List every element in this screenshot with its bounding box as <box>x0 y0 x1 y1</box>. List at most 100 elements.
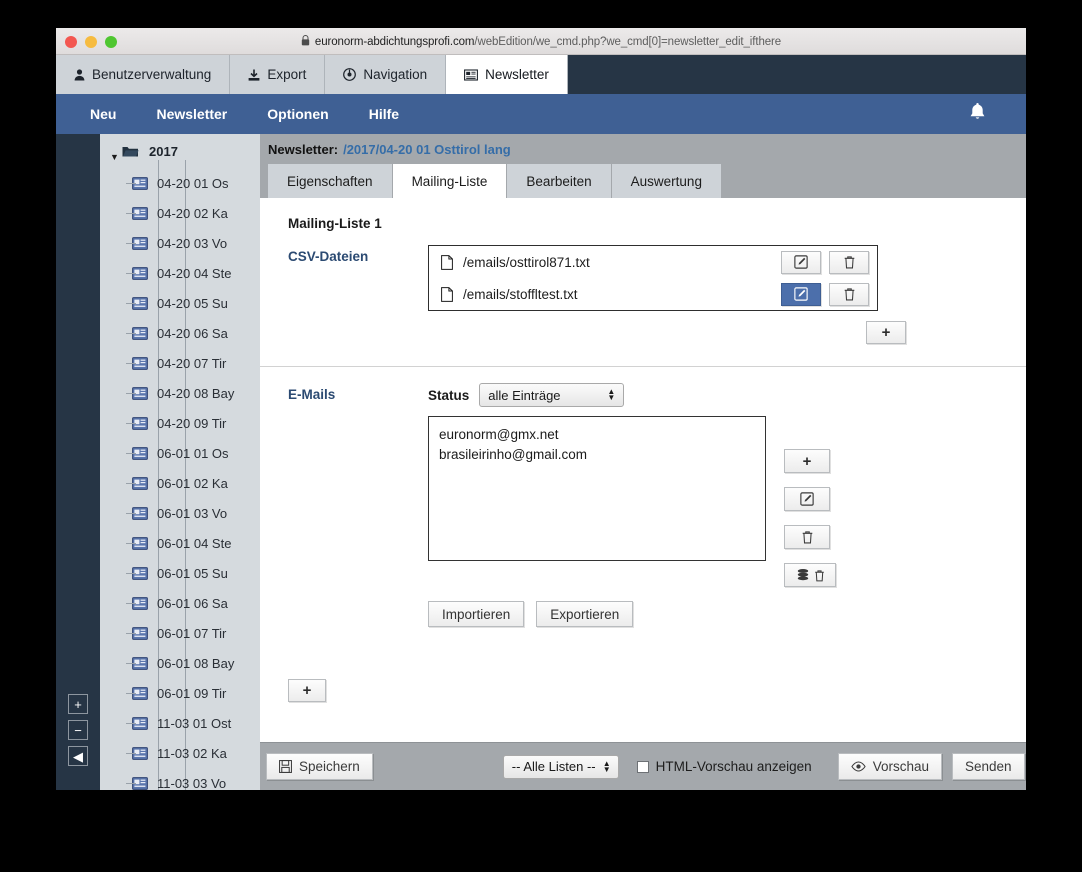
breadcrumb: Newsletter: /2017/04-20 01 Osttirol lang <box>260 134 1026 164</box>
tree-item-newsletter[interactable]: 11-03 01 Ost <box>100 708 260 738</box>
app-tab-export[interactable]: Export <box>230 55 326 94</box>
app-tab-label: Benutzerverwaltung <box>92 67 212 82</box>
menu-item-hilfe[interactable]: Hilfe <box>349 94 419 134</box>
emails-section-label: E-Mails <box>288 387 336 402</box>
preview-button[interactable]: Vorschau <box>837 753 942 780</box>
tree-item-newsletter[interactable]: 11-03 02 Ka <box>100 738 260 768</box>
tree-item-label: 06-01 09 Tir <box>157 685 227 701</box>
add-email-button[interactable]: + <box>784 449 830 473</box>
tree-item-newsletter[interactable]: 04-20 09 Tir <box>100 408 260 438</box>
tree-item-newsletter[interactable]: 04-20 07 Tir <box>100 348 260 378</box>
app-tab-label: Newsletter <box>485 67 549 82</box>
delete-email-button[interactable] <box>784 525 830 549</box>
export-button[interactable]: Exportieren <box>536 601 634 627</box>
tree-branch-line <box>126 693 136 694</box>
status-label: Status <box>428 387 470 403</box>
breadcrumb-path[interactable]: /2017/04-20 01 Osttirol lang <box>343 142 511 157</box>
tree-item-newsletter[interactable]: 04-20 02 Ka <box>100 198 260 228</box>
edit-csv-button[interactable] <box>781 250 821 274</box>
edit-email-button[interactable] <box>784 487 830 511</box>
tree-item-newsletter[interactable]: 06-01 01 Os <box>100 438 260 468</box>
tree-item-newsletter[interactable]: 04-20 04 Ste <box>100 258 260 288</box>
browser-titlebar: euronorm-abdichtungsprofi.com/webEdition… <box>56 28 1026 55</box>
send-button[interactable]: Senden <box>952 753 1025 780</box>
tree-branch-line <box>126 723 136 724</box>
newspaper-icon <box>464 68 479 81</box>
tree-item-label: 04-20 02 Ka <box>157 205 228 221</box>
csv-file-name: /emails/osttirol871.txt <box>463 254 590 270</box>
tree-item-newsletter[interactable]: 06-01 04 Ste <box>100 528 260 558</box>
add-csv-button[interactable]: + <box>866 321 906 344</box>
tree-item-newsletter[interactable]: 06-01 06 Sa <box>100 588 260 618</box>
menu-item-newsletter[interactable]: Newsletter <box>136 94 247 134</box>
import-button[interactable]: Importieren <box>428 601 525 627</box>
application-tab-bar: Benutzerverwaltung Export Navigation New… <box>56 55 1026 94</box>
file-icon <box>441 286 453 302</box>
delete-csv-button[interactable] <box>829 250 869 274</box>
tree-item-label: 06-01 07 Tir <box>157 625 227 641</box>
tree-item-label: 04-20 06 Sa <box>157 325 228 341</box>
tree-item-label: 04-20 08 Bay <box>157 385 235 401</box>
zoom-out-button[interactable]: − <box>68 720 88 740</box>
tab-auswertung[interactable]: Auswertung <box>611 164 722 198</box>
tab-bearbeiten[interactable]: Bearbeiten <box>507 164 612 198</box>
bell-icon[interactable] <box>969 102 986 126</box>
tree-branch-line <box>126 453 136 454</box>
address-bar[interactable]: euronorm-abdichtungsprofi.com/webEdition… <box>56 28 1026 55</box>
tree-item-label: 06-01 08 Bay <box>157 655 235 671</box>
tab-eigenschaften[interactable]: Eigenschaften <box>268 164 393 198</box>
tree-item-newsletter[interactable]: 04-20 03 Vo <box>100 228 260 258</box>
tree-item-newsletter[interactable]: 06-01 05 Su <box>100 558 260 588</box>
tree-branch-line <box>126 783 136 784</box>
tree-item-newsletter[interactable]: 04-20 05 Su <box>100 288 260 318</box>
tree-item-newsletter[interactable]: 06-01 08 Bay <box>100 648 260 678</box>
csv-file-name-cell: /emails/osttirol871.txt <box>441 255 773 270</box>
import-export-row: Importieren Exportieren <box>428 601 1026 627</box>
tree-item-label: 11-03 02 Ka <box>157 745 227 761</box>
status-select[interactable]: alle Einträge ▲ ▼ <box>479 383 625 407</box>
tree-item-newsletter[interactable]: 04-20 06 Sa <box>100 318 260 348</box>
tree-root-2017[interactable]: ▼ 2017 <box>100 134 260 168</box>
tree-item-newsletter[interactable]: 04-20 08 Bay <box>100 378 260 408</box>
chevron-down-icon[interactable]: ▼ <box>110 152 120 168</box>
app-tab-newsletter[interactable]: Newsletter <box>446 55 568 94</box>
save-button[interactable]: Speichern <box>266 753 373 780</box>
list-item[interactable]: euronorm@gmx.net <box>439 425 755 445</box>
compass-icon <box>343 68 357 81</box>
sidebar: ▼ 2017 04-20 01 Os 04-20 02 Ka 04-20 03 Vo… <box>56 134 260 790</box>
app-tab-navigation[interactable]: Navigation <box>325 55 447 94</box>
tab-mailing-liste[interactable]: Mailing-Liste <box>392 164 508 198</box>
tree-item-newsletter[interactable]: 06-01 07 Tir <box>100 618 260 648</box>
app-tab-benutzerverwaltung[interactable]: Benutzerverwaltung <box>56 55 231 94</box>
collapse-button[interactable]: ◀ <box>68 746 88 766</box>
save-icon <box>279 760 292 773</box>
add-mailing-list-button[interactable]: + <box>288 679 326 702</box>
list-filter-select[interactable]: -- Alle Listen -- ▲ ▼ <box>502 754 619 779</box>
email-list[interactable]: euronorm@gmx.net brasileirinho@gmail.com <box>428 416 766 561</box>
status-select-value: alle Einträge <box>488 387 561 403</box>
chevron-updown-icon: ▲ ▼ <box>607 387 616 402</box>
tab-content-mailing-liste: Mailing-Liste 1 CSV-Dateien /emails/ostt… <box>260 198 1026 742</box>
edit-csv-button-selected[interactable] <box>781 282 821 306</box>
zoom-in-button[interactable]: + <box>68 694 88 714</box>
menu-item-optionen[interactable]: Optionen <box>247 94 348 134</box>
html-preview-checkbox-row[interactable]: HTML-Vorschau anzeigen <box>636 759 812 774</box>
menu-item-neu[interactable]: Neu <box>70 94 136 134</box>
body-area: ▼ 2017 04-20 01 Os 04-20 02 Ka 04-20 03 Vo… <box>56 134 1026 790</box>
lock-icon <box>301 34 310 49</box>
delete-csv-button[interactable] <box>829 282 869 306</box>
section-title: Mailing-Liste 1 <box>288 216 382 231</box>
tree-branch-line <box>126 483 136 484</box>
delete-all-emails-button[interactable] <box>784 563 836 587</box>
tree-item-label: 04-20 09 Tir <box>157 415 227 431</box>
tree-branch-line <box>126 513 136 514</box>
tree-item-newsletter[interactable]: 06-01 02 Ka <box>100 468 260 498</box>
main-menu-bar: Neu Newsletter Optionen Hilfe <box>56 94 1026 134</box>
tree-item-newsletter[interactable]: 06-01 03 Vo <box>100 498 260 528</box>
tree-item-newsletter[interactable]: 06-01 09 Tir <box>100 678 260 708</box>
html-preview-checkbox[interactable] <box>636 760 649 773</box>
tree-branch-line <box>126 573 136 574</box>
list-item[interactable]: brasileirinho@gmail.com <box>439 445 755 465</box>
tree-item-newsletter[interactable]: 11-03 03 Vo <box>100 768 260 790</box>
tree-item-newsletter[interactable]: 04-20 01 Os <box>100 168 260 198</box>
